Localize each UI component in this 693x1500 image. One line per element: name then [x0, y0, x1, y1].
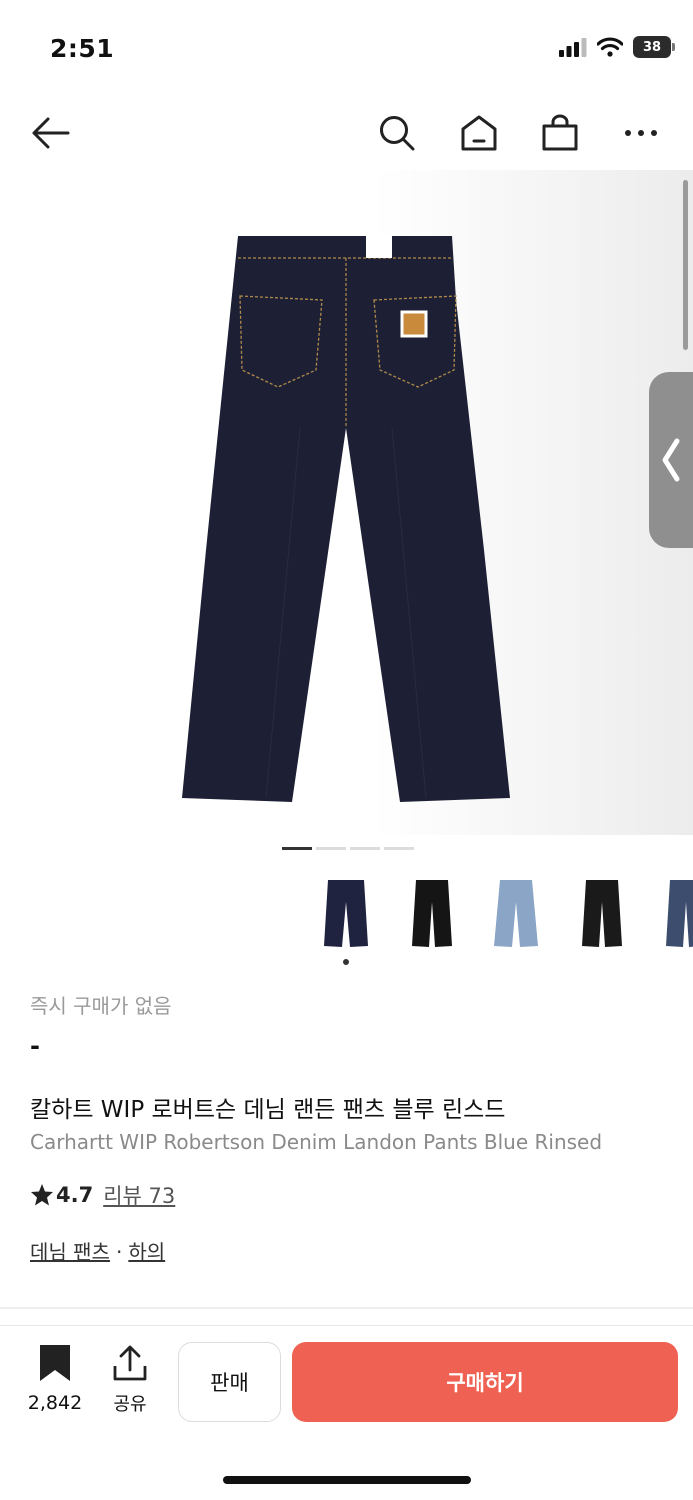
more-icon	[625, 130, 657, 136]
star-icon	[31, 1184, 53, 1206]
pagination-dot[interactable]	[282, 847, 312, 850]
status-time: 2:51	[50, 34, 115, 63]
category-link-denim-pants[interactable]: 데님 팬츠	[30, 1240, 110, 1264]
pants-icon	[412, 880, 452, 947]
cart-button[interactable]	[537, 110, 583, 156]
product-title-en: Carhartt WIP Robertson Denim Landon Pant…	[30, 1130, 603, 1154]
thumbnail-blue-rinsed[interactable]	[318, 872, 374, 952]
pagination-dot[interactable]	[350, 847, 380, 850]
bookmark-icon	[40, 1345, 70, 1381]
instant-buy-label: 즉시 구매가 없음	[30, 994, 172, 1018]
rating-value: 4.7	[56, 1183, 94, 1207]
status-bar: 2:51 38	[0, 0, 693, 90]
wifi-icon	[597, 37, 623, 57]
product-title-ko: 칼하트 WIP 로버트슨 데님 랜든 팬츠 블루 린스드	[30, 1097, 506, 1123]
pants-icon	[582, 880, 622, 947]
thumbnail-black[interactable]	[404, 872, 460, 952]
home-indicator	[223, 1476, 471, 1484]
pagination-dot[interactable]	[316, 847, 346, 850]
bookmark-button[interactable]: 2,842	[20, 1344, 90, 1414]
search-icon	[380, 116, 415, 151]
search-button[interactable]	[374, 110, 420, 156]
chevron-left-icon	[662, 438, 680, 482]
share-button[interactable]: 공유	[100, 1344, 160, 1416]
price-value: -	[30, 1032, 40, 1060]
category-breadcrumb: 데님 팬츠 · 하의	[30, 1236, 165, 1265]
nav-bar	[0, 100, 693, 166]
battery-icon: 38	[633, 36, 675, 58]
gallery-pagination	[282, 847, 414, 850]
color-thumbnails	[318, 872, 693, 962]
bottom-action-bar: 2,842 공유 판매 구매하기	[0, 1325, 693, 1435]
share-label: 공유	[113, 1394, 147, 1415]
shopping-bag-icon	[542, 114, 578, 151]
share-icon	[113, 1345, 147, 1381]
category-separator: ·	[115, 1240, 123, 1264]
scroll-indicator[interactable]	[683, 180, 688, 350]
category-link-bottoms[interactable]: 하의	[128, 1240, 165, 1264]
buy-button[interactable]: 구매하기	[292, 1342, 678, 1422]
thumbnail-navy[interactable]	[658, 872, 693, 952]
home-button[interactable]	[456, 110, 502, 156]
thumbnail-black-2[interactable]	[574, 872, 630, 952]
sell-button[interactable]: 판매	[178, 1342, 281, 1422]
bookmark-count: 2,842	[27, 1392, 83, 1414]
thumbnail-light-blue[interactable]	[488, 872, 544, 952]
side-panel-handle[interactable]	[649, 372, 693, 548]
status-icons: 38	[559, 36, 675, 58]
arrow-left-icon	[32, 117, 70, 149]
rating-row: 4.7 리뷰 73	[30, 1180, 175, 1210]
home-icon	[461, 115, 497, 151]
product-image	[182, 236, 510, 802]
pants-icon	[324, 880, 368, 947]
review-link[interactable]: 리뷰 73	[103, 1180, 175, 1210]
section-divider	[0, 1307, 693, 1309]
signal-icon	[559, 38, 587, 57]
pagination-dot[interactable]	[384, 847, 414, 850]
pants-icon	[494, 880, 538, 947]
product-gallery[interactable]	[0, 170, 693, 835]
more-button[interactable]	[618, 110, 664, 156]
selected-thumbnail-indicator	[343, 959, 349, 965]
pants-icon	[666, 880, 693, 947]
back-button[interactable]	[28, 110, 74, 156]
